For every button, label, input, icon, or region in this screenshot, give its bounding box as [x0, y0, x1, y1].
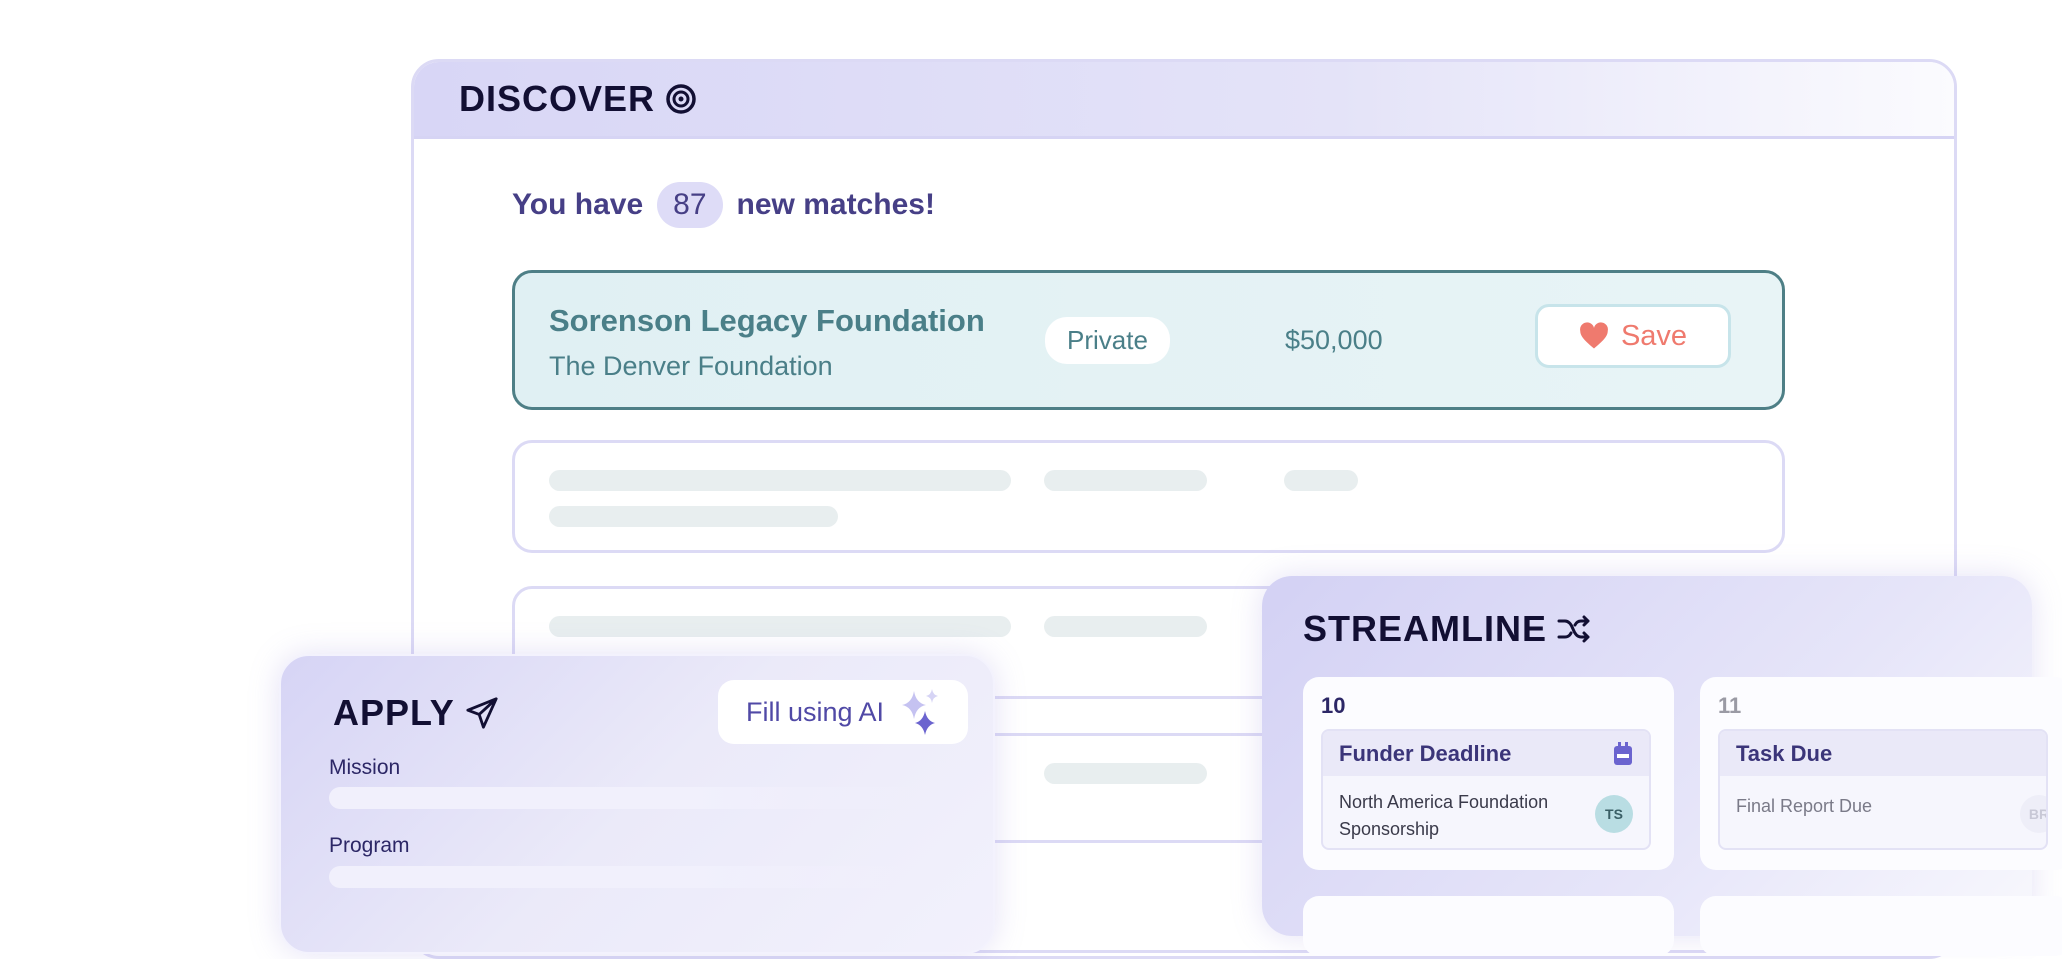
foundation-name: Sorenson Legacy Foundation: [549, 303, 985, 338]
sparkles-icon: [902, 689, 939, 735]
matches-summary: You have 87 new matches!: [512, 182, 935, 228]
calendar-day: [1303, 896, 1674, 956]
funder-name: The Denver Foundation: [549, 351, 833, 381]
heart-icon: [1580, 322, 1608, 349]
grant-amount: $50,000: [1285, 325, 1383, 355]
target-icon: [666, 84, 696, 114]
streamline-title: STREAMLINE: [1303, 608, 1591, 650]
match-card-placeholder: [512, 440, 1785, 553]
calendar-day: 11 Task Due Final Report Due BR: [1700, 677, 2062, 870]
shuffle-icon: [1557, 615, 1590, 643]
calendar-event[interactable]: Funder Deadline North America Foundation…: [1321, 729, 1651, 850]
paper-plane-icon: [466, 697, 498, 729]
apply-title: APPLY: [333, 692, 499, 734]
save-button[interactable]: Save: [1535, 304, 1731, 368]
fill-using-ai-button[interactable]: Fill using AI: [718, 680, 968, 744]
calendar-day: 10 Funder Deadline North America Foundat…: [1303, 677, 1674, 870]
program-input[interactable]: [329, 866, 929, 888]
featured-match-card[interactable]: Sorenson Legacy Foundation The Denver Fo…: [512, 270, 1785, 410]
type-badge: Private: [1045, 317, 1170, 364]
mission-label: Mission: [329, 756, 401, 779]
program-label: Program: [329, 834, 410, 857]
avatar: TS: [1595, 795, 1633, 833]
streamline-panel: STREAMLINE 10 Funder Deadline North Amer…: [1262, 576, 2062, 956]
calendar-day: [1700, 896, 2062, 956]
apply-panel: APPLY Fill using AI Mission Program: [279, 654, 995, 954]
avatar: BR: [2020, 795, 2046, 833]
calendar-event[interactable]: Task Due Final Report Due BR: [1718, 729, 2048, 850]
mission-input[interactable]: [329, 787, 929, 809]
calendar-icon: [1614, 741, 1632, 765]
discover-title: DISCOVER: [459, 78, 697, 120]
matches-count-badge: 87: [657, 182, 723, 228]
discover-header: DISCOVER: [414, 62, 1954, 139]
